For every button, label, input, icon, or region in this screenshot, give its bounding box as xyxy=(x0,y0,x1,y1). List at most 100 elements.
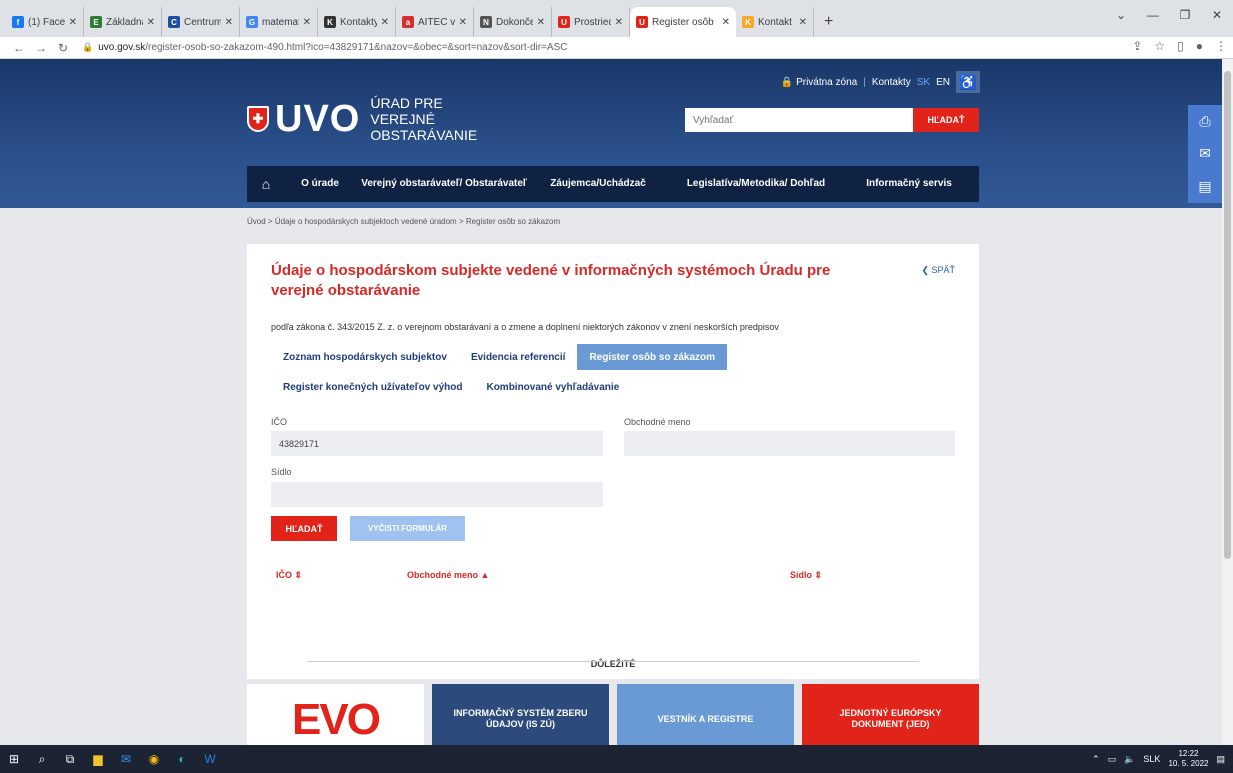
clear-form-button[interactable]: VYČISTI FORMULÁR xyxy=(350,516,465,541)
word-icon[interactable]: W xyxy=(196,745,224,773)
reload-icon[interactable]: ↻ xyxy=(52,41,74,55)
minimize-icon[interactable]: — xyxy=(1137,8,1169,22)
print-icon[interactable]: ⎙ xyxy=(1199,113,1210,130)
menu-item-verejny-obstaravatel[interactable]: Verejný obstarávateľ/ Obstarávateľ xyxy=(355,178,533,190)
tab-zoznam[interactable]: Zoznam hospodárskych subjektov xyxy=(271,344,459,370)
tile-evo[interactable]: EVO xyxy=(247,684,424,745)
windows-start-icon[interactable]: ⊞ xyxy=(0,745,28,773)
tab-close-icon[interactable]: ✕ xyxy=(537,17,545,28)
restore-icon[interactable]: ❐ xyxy=(1169,8,1201,22)
browser-tab[interactable]: K Kontakty ✕ xyxy=(318,7,396,37)
column-ico[interactable]: IČO ⇕ xyxy=(276,570,302,581)
browser-tab[interactable]: a AITEC vydava ✕ xyxy=(396,7,474,37)
tab-label: Kontakt xyxy=(758,16,792,28)
search-icon[interactable]: ⌕ xyxy=(28,745,56,773)
lang-sk-link[interactable]: SK xyxy=(917,77,930,88)
forward-icon[interactable]: → xyxy=(30,41,52,55)
form-search-button[interactable]: HĽADAŤ xyxy=(271,516,337,541)
home-icon[interactable]: ⌂ xyxy=(247,176,285,192)
url-field[interactable]: 🔒 uvo.gov.sk/register-osob-so-zakazom-49… xyxy=(82,42,567,53)
edge-icon[interactable]: ◐ xyxy=(168,745,196,773)
mail-icon[interactable]: ✉ xyxy=(1199,145,1211,162)
column-seat[interactable]: Sídlo ⇕ xyxy=(790,570,822,581)
tile-vestnik[interactable]: VESTNÍK A REGISTRE xyxy=(617,684,794,745)
tab-search-icon[interactable]: ⌄ xyxy=(1105,8,1137,22)
browser-tab[interactable]: Gmatematika p ✕ xyxy=(240,7,318,37)
tab-close-icon[interactable]: ✕ xyxy=(381,17,389,28)
kebab-menu-icon[interactable]: ⋮ xyxy=(1215,39,1227,53)
name-input[interactable] xyxy=(624,431,955,456)
task-view-icon[interactable]: ⧉ xyxy=(56,745,84,773)
bookmark-star-icon[interactable]: ☆ xyxy=(1154,39,1165,53)
volume-icon[interactable]: 🔈 xyxy=(1124,754,1135,765)
tab-favicon-icon: K xyxy=(324,16,336,28)
ico-input[interactable]: 43829171 xyxy=(271,431,603,456)
notifications-icon[interactable]: ▤ xyxy=(1216,754,1225,765)
share-icon[interactable]: ⇪ xyxy=(1132,39,1142,53)
tab-kombinovane[interactable]: Kombinované vyhľadávanie xyxy=(474,374,631,400)
tile-jed[interactable]: JEDNOTNÝ EURÓPSKY DOKUMENT (JED) xyxy=(802,684,979,745)
tab-close-icon[interactable]: ✕ xyxy=(799,17,807,28)
browser-tab[interactable]: U Prostriedky m ✕ xyxy=(552,7,630,37)
site-header: 🔒 Privátna zóna | Kontakty SK EN ♿ ✚ UVO… xyxy=(0,59,1222,208)
accessibility-icon[interactable]: ♿ xyxy=(956,71,980,93)
profile-icon[interactable]: ● xyxy=(1196,39,1203,53)
tile-is-zu[interactable]: INFORMAČNÝ SYSTÉM ZBERU ÚDAJOV (IS ZÚ) xyxy=(432,684,609,745)
file-explorer-icon[interactable]: ▆ xyxy=(84,745,112,773)
browser-tab[interactable]: f (1) Facebook ✕ xyxy=(6,7,84,37)
menu-item-informacny-servis[interactable]: Informačný servis xyxy=(849,178,969,190)
breadcrumb-separator: > xyxy=(458,217,466,226)
column-name[interactable]: Obchodné meno ▲ xyxy=(407,570,489,580)
close-window-icon[interactable]: ✕ xyxy=(1201,8,1233,22)
sort-icon: ⇕ xyxy=(814,570,823,580)
network-icon[interactable]: ▭ xyxy=(1108,754,1117,765)
mail-app-icon[interactable]: ✉ xyxy=(112,745,140,773)
tab-favicon-icon: C xyxy=(168,16,180,28)
sidepanel-icon[interactable]: ▯ xyxy=(1177,39,1184,53)
name-label: Obchodné meno xyxy=(624,417,691,427)
tab-register-uzivatelov[interactable]: Register konečných užívateľov výhod xyxy=(271,374,474,400)
breadcrumb-home[interactable]: Úvod xyxy=(247,217,266,226)
back-link[interactable]: ❮ SPÄŤ xyxy=(921,265,955,276)
browser-tab[interactable]: U Register osôb ✕ xyxy=(630,7,736,37)
new-tab-icon[interactable]: + xyxy=(814,7,843,37)
site-logo[interactable]: ✚ UVO ÚRAD PRE VEREJNÉ OBSTARÁVANIE xyxy=(247,95,510,143)
lang-en-link[interactable]: EN xyxy=(936,77,950,88)
private-zone-link[interactable]: 🔒 Privátna zóna xyxy=(781,77,857,88)
tab-label: Register osôb xyxy=(652,16,714,28)
tab-close-icon[interactable]: ✕ xyxy=(225,17,233,28)
tray-chevron-icon[interactable]: ⌃ xyxy=(1092,754,1100,765)
menu-item-o-urade[interactable]: O úrade xyxy=(285,178,355,190)
menu-item-zaujemca[interactable]: Záujemca/Uchádzač xyxy=(533,178,663,190)
browser-tab[interactable]: C Centrum.sk ✕ xyxy=(162,7,240,37)
chrome-icon[interactable]: ◉ xyxy=(140,745,168,773)
contacts-link[interactable]: Kontakty xyxy=(872,77,911,88)
scrollbar-thumb[interactable] xyxy=(1224,71,1231,559)
law-note: podľa zákona č. 343/2015 Z. z. o verejno… xyxy=(271,322,779,332)
search-input[interactable] xyxy=(685,108,913,132)
menu-item-legislativa[interactable]: Legislatíva/Metodika/ Dohľad xyxy=(663,178,849,190)
search-button[interactable]: HĽADAŤ xyxy=(913,108,979,132)
tab-close-icon[interactable]: ✕ xyxy=(303,17,311,28)
tab-evidencia[interactable]: Evidencia referencií xyxy=(459,344,578,370)
tab-close-icon[interactable]: ✕ xyxy=(69,17,77,28)
top-links: 🔒 Privátna zóna | Kontakty SK EN ♿ xyxy=(781,71,980,93)
tab-close-icon[interactable]: ✕ xyxy=(459,17,467,28)
input-language[interactable]: SLK xyxy=(1143,754,1160,764)
tab-close-icon[interactable]: ✕ xyxy=(722,17,730,28)
tab-close-icon[interactable]: ✕ xyxy=(147,17,155,28)
browser-tab[interactable]: K Kontakt ✕ xyxy=(736,7,814,37)
tab-register-osob[interactable]: Register osôb so zákazom xyxy=(577,344,728,370)
clock-time: 12:22 xyxy=(1178,749,1199,758)
clock[interactable]: 12:22 10. 5. 2022 xyxy=(1168,749,1208,769)
page-scrollbar[interactable] xyxy=(1222,59,1233,745)
tab-favicon-icon: a xyxy=(402,16,414,28)
back-icon[interactable]: ← xyxy=(8,41,30,55)
browser-tab[interactable]: E Základná škola ✕ xyxy=(84,7,162,37)
seat-input[interactable] xyxy=(271,482,603,507)
column-ico-label: IČO xyxy=(276,570,293,580)
pdf-icon[interactable]: ▤ xyxy=(1198,178,1211,195)
breadcrumb-item[interactable]: Údaje o hospodárskych subjektoch vedené … xyxy=(275,217,457,226)
tab-close-icon[interactable]: ✕ xyxy=(615,17,623,28)
browser-tab[interactable]: N Dokončenie o ✕ xyxy=(474,7,552,37)
